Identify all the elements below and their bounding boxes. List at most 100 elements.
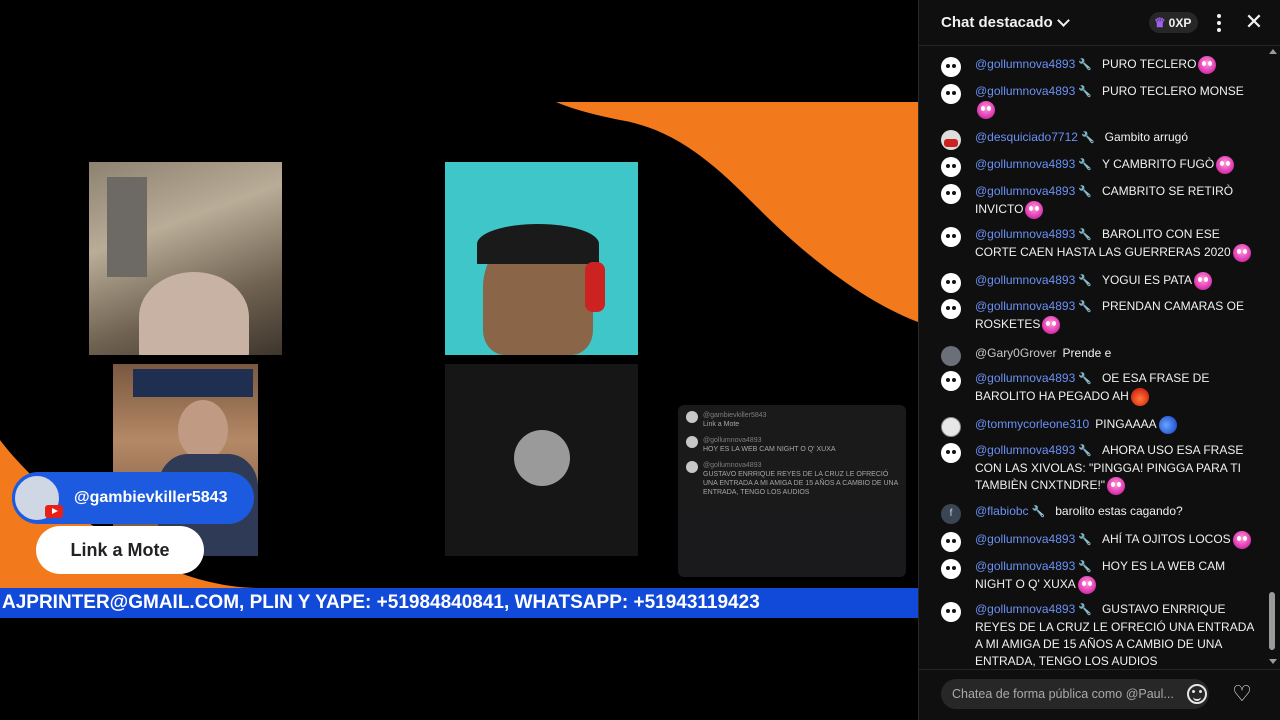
avatar[interactable] bbox=[941, 227, 961, 247]
youtube-icon bbox=[45, 505, 63, 518]
wrench-icon: 🔧 bbox=[1078, 561, 1092, 573]
chat-text: PURO TECLERO MONSE bbox=[1101, 84, 1244, 98]
chat-input[interactable] bbox=[941, 679, 1209, 709]
overlay-message: @gambievkiller5843 Link a Mote bbox=[686, 411, 898, 429]
host-handle: @gambievkiller5843 bbox=[74, 489, 228, 506]
overlay-message: @gollumnova4893 HOY ES LA WEB CAM NIGHT O… bbox=[686, 436, 898, 454]
webcam-feed-4-off bbox=[445, 364, 638, 556]
chevron-down-icon[interactable] bbox=[1056, 14, 1070, 27]
chat-author[interactable]: @tommycorleone310 bbox=[975, 417, 1089, 431]
avatar[interactable] bbox=[941, 443, 961, 463]
chat-text: Gambito arrugó bbox=[1104, 130, 1189, 144]
wrench-icon: 🔧 bbox=[1078, 301, 1092, 313]
avatar[interactable] bbox=[941, 532, 961, 552]
chat-author[interactable]: @gollumnova4893 bbox=[975, 443, 1075, 457]
contact-ticker: AJPRINTER@GMAIL.COM, PLIN Y YAPE: +51984… bbox=[0, 588, 918, 618]
avatar[interactable] bbox=[941, 559, 961, 579]
chat-author[interactable]: @gollumnova4893 bbox=[975, 227, 1075, 241]
wrench-icon: 🔧 bbox=[1078, 373, 1092, 385]
chat-mode-title[interactable]: Chat destacado bbox=[941, 14, 1053, 31]
pink-emoji-icon bbox=[1025, 201, 1044, 219]
chat-message: @Gary0Grover Prende e bbox=[941, 345, 1261, 366]
pink-emoji-icon bbox=[1042, 316, 1061, 334]
avatar[interactable] bbox=[941, 84, 961, 104]
wrench-icon: 🔧 bbox=[1078, 275, 1092, 288]
overlay-text: GUSTAVO ENRRIQUE REYES DE LA CRUZ LE OFR… bbox=[703, 471, 898, 496]
avatar[interactable] bbox=[941, 130, 961, 150]
stream-video[interactable]: @gambievkiller5843 Link a Mote @gollumnov… bbox=[0, 100, 918, 620]
host-avatar bbox=[12, 473, 63, 523]
chat-author[interactable]: @gollumnova4893 bbox=[975, 84, 1075, 98]
wrench-icon: 🔧 bbox=[1031, 506, 1046, 518]
heart-icon[interactable]: ♡ bbox=[1230, 682, 1254, 706]
pink-emoji-icon bbox=[1193, 272, 1212, 290]
xp-value: 0XP bbox=[1168, 15, 1192, 30]
fire-emoji-icon bbox=[1130, 388, 1149, 406]
overlay-author: @gambievkiller5843 bbox=[703, 412, 767, 419]
chat-scrollbar[interactable] bbox=[1266, 47, 1278, 668]
chat-author[interactable]: @gollumnova4893 bbox=[975, 371, 1075, 385]
chat-author[interactable]: @gollumnova4893 bbox=[975, 57, 1075, 71]
avatar[interactable] bbox=[941, 273, 961, 293]
xp-badge[interactable]: ♛ 0XP bbox=[1149, 12, 1199, 33]
overlay-author: @gollumnova4893 bbox=[703, 462, 762, 469]
avatar[interactable] bbox=[941, 417, 961, 437]
chat-message: f @flabiobc 🔧 barolito estas cagando? bbox=[941, 503, 1261, 524]
scroll-thumb[interactable] bbox=[1269, 592, 1275, 650]
pink-emoji-icon bbox=[1198, 56, 1217, 74]
webcam-feed-2 bbox=[445, 162, 638, 355]
overlay-text: Link a Mote bbox=[703, 421, 740, 428]
avatar[interactable] bbox=[941, 184, 961, 204]
chat-text: YOGUI ES PATA bbox=[1101, 273, 1192, 288]
link-a-mote-label: Link a Mote bbox=[36, 526, 204, 574]
overlay-avatar bbox=[686, 436, 698, 448]
overlay-message: @gollumnova4893 GUSTAVO ENRRIQUE REYES DE… bbox=[686, 461, 898, 497]
avatar[interactable] bbox=[941, 157, 961, 177]
scroll-down-arrow-icon[interactable] bbox=[1269, 659, 1277, 664]
pink-emoji-icon bbox=[1077, 576, 1096, 594]
overlay-avatar bbox=[686, 461, 698, 473]
wrench-icon: 🔧 bbox=[1078, 86, 1092, 98]
chat-message: @gollumnova4893 🔧 PURO TECLERO bbox=[941, 56, 1261, 77]
wrench-icon: 🔧 bbox=[1078, 534, 1092, 547]
avatar[interactable] bbox=[941, 299, 961, 319]
chat-author[interactable]: @desquiciado7712 bbox=[975, 130, 1078, 144]
chat-author[interactable]: @flabiobc bbox=[975, 504, 1029, 518]
webcam-feed-1 bbox=[89, 162, 282, 355]
chat-header: Chat destacado ♛ 0XP ✕ bbox=[919, 0, 1280, 46]
chat-message: @desquiciado7712 🔧 Gambito arrugó bbox=[941, 129, 1261, 150]
host-handle-badge: @gambievkiller5843 bbox=[12, 472, 254, 524]
chat-author[interactable]: @gollumnova4893 bbox=[975, 299, 1075, 313]
pink-emoji-icon bbox=[977, 101, 995, 119]
overlay-author: @gollumnova4893 bbox=[703, 437, 762, 444]
wrench-icon: 🔧 bbox=[1080, 132, 1095, 144]
chat-text: PINGAAAA bbox=[1095, 417, 1157, 432]
avatar[interactable] bbox=[941, 57, 961, 77]
chat-author[interactable]: @gollumnova4893 bbox=[975, 273, 1075, 287]
wrench-icon: 🔧 bbox=[1078, 159, 1092, 172]
chat-author[interactable]: @gollumnova4893 bbox=[975, 184, 1075, 198]
chat-author[interactable]: @gollumnova4893 bbox=[975, 157, 1075, 171]
stream-chat-overlay: @gambievkiller5843 Link a Mote @gollumnov… bbox=[678, 405, 906, 577]
scroll-up-arrow-icon[interactable] bbox=[1269, 49, 1277, 54]
chat-author[interactable]: @Gary0Grover bbox=[975, 346, 1057, 360]
chat-message-list[interactable]: @gollumnova4893 🔧 PURO TECLERO @gollumnova… bbox=[919, 47, 1264, 668]
avatar[interactable]: f bbox=[941, 504, 961, 524]
chat-message: @gollumnova4893 🔧 YOGUI ES PATA bbox=[941, 272, 1261, 293]
avatar[interactable] bbox=[941, 371, 961, 391]
chat-author[interactable]: @gollumnova4893 bbox=[975, 602, 1075, 616]
wrench-icon: 🔧 bbox=[1078, 186, 1092, 198]
avatar[interactable] bbox=[941, 602, 961, 622]
chat-author[interactable]: @gollumnova4893 bbox=[975, 532, 1075, 546]
wrench-icon: 🔧 bbox=[1078, 59, 1092, 72]
pink-emoji-icon bbox=[1232, 244, 1251, 262]
chat-message: @gollumnova4893 🔧 GUSTAVO ENRRIQUE REYES D… bbox=[941, 601, 1261, 668]
more-vert-icon[interactable] bbox=[1209, 12, 1229, 34]
crown-icon: ♛ bbox=[1154, 14, 1166, 30]
chat-author[interactable]: @gollumnova4893 bbox=[975, 559, 1075, 573]
smile-icon[interactable] bbox=[1187, 684, 1207, 704]
video-stage[interactable]: @gambievkiller5843 Link a Mote @gollumnov… bbox=[0, 0, 918, 720]
avatar[interactable] bbox=[941, 346, 961, 366]
close-icon[interactable]: ✕ bbox=[1242, 11, 1266, 35]
chat-text: Y CAMBRITO FUGÒ bbox=[1101, 157, 1215, 172]
